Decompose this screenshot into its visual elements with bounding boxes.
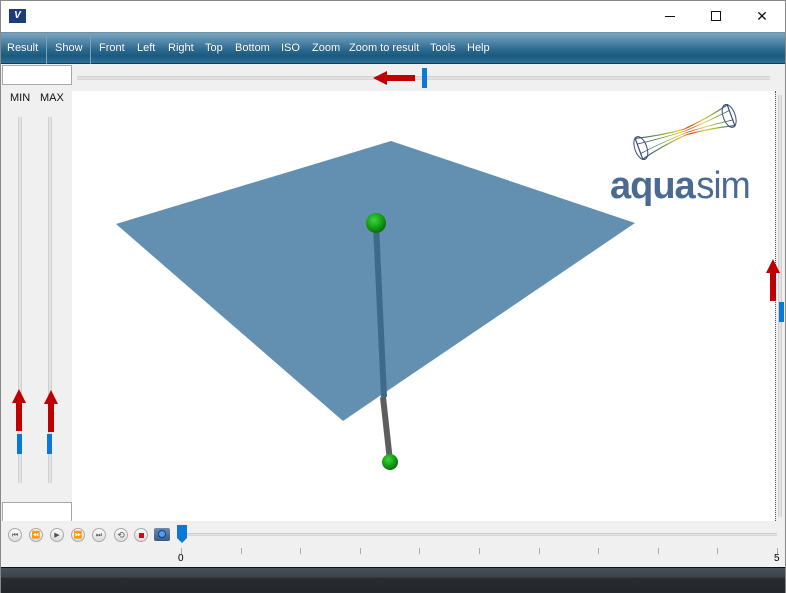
top-node-sphere[interactable] (366, 213, 386, 233)
aquasim-logo: aquasim (610, 99, 760, 209)
skip-to-end-button[interactable]: ⏭ (92, 528, 106, 542)
annotation-arrow-left-icon (373, 71, 415, 85)
min-max-panel: MIN MAX (1, 91, 72, 522)
animation-timeline: ⏮ ⏪ ▶ ⏩ ⏭ ⟲ 0 5 (1, 521, 785, 567)
skip-to-end-icon: ⏭ (95, 531, 103, 539)
app-icon[interactable]: V (9, 9, 26, 23)
zoom-button[interactable]: Zoom (312, 33, 340, 64)
vertical-slider-right (775, 91, 785, 521)
menu-tools[interactable]: Tools (430, 33, 456, 64)
record-stop-button[interactable] (134, 528, 148, 542)
rewind-button[interactable]: ⏪ (29, 528, 43, 542)
loop-button[interactable]: ⟲ (114, 528, 128, 542)
menu-show[interactable]: Show (55, 33, 83, 64)
annotation-arrow-up-icon (12, 389, 26, 431)
horizontal-slider-row (1, 64, 785, 91)
view-bottom-button[interactable]: Bottom (235, 33, 270, 64)
menu-separator (46, 33, 47, 64)
timeline-tick (419, 548, 421, 554)
timeline-tick (479, 548, 480, 554)
maximize-icon (711, 11, 721, 21)
loop-icon: ⟲ (117, 529, 125, 540)
play-icon: ▶ (54, 531, 60, 539)
play-button[interactable]: ▶ (50, 528, 64, 542)
annotation-arrow-up-icon (766, 259, 780, 301)
timeline-start-label: 0 (178, 553, 184, 564)
annotation-arrow-up-icon (44, 390, 58, 432)
max-slider-thumb[interactable] (47, 433, 52, 454)
timeline-thumb[interactable] (177, 525, 187, 543)
fast-forward-icon: ⏩ (73, 531, 83, 539)
right-slider-thumb[interactable] (779, 302, 784, 322)
min-slider-thumb[interactable] (17, 433, 22, 454)
menu-help[interactable]: Help (467, 33, 490, 64)
mesh-logo-icon (633, 103, 737, 161)
camera-button[interactable] (154, 528, 170, 541)
zoom-to-result-button[interactable]: Zoom to result (349, 33, 419, 64)
view-iso-button[interactable]: ISO (281, 33, 300, 64)
toolbar: Result Show Front Left Right Top Bottom … (1, 32, 785, 64)
skip-to-start-icon: ⏮ (11, 531, 19, 539)
min-label: MIN (10, 92, 31, 104)
cable-line-lower (380, 396, 393, 462)
timeline-track[interactable] (181, 533, 777, 536)
logo-text: aquasim (610, 165, 750, 207)
taskbar (1, 567, 785, 593)
view-right-button[interactable]: Right (168, 33, 194, 64)
fast-forward-button[interactable]: ⏩ (71, 528, 85, 542)
timeline-tick (240, 548, 242, 554)
timeline-tick (717, 548, 719, 554)
skip-to-start-button[interactable]: ⏮ (8, 528, 22, 542)
timeline-tick (657, 548, 659, 554)
top-value-input[interactable] (2, 65, 72, 85)
view-top-button[interactable]: Top (205, 33, 223, 64)
3d-viewport[interactable]: aquasim (72, 91, 775, 521)
maximize-button[interactable] (693, 1, 739, 31)
bottom-value-input[interactable] (2, 502, 72, 522)
rewind-icon: ⏪ (31, 531, 41, 539)
stop-icon (138, 532, 144, 538)
view-left-button[interactable]: Left (137, 33, 155, 64)
timeline-tick (359, 548, 361, 554)
timeline-tick (300, 548, 302, 554)
title-bar: V ✕ (1, 1, 785, 32)
minimize-icon (665, 15, 675, 17)
horizontal-slider-thumb[interactable] (421, 68, 427, 88)
camera-icon (158, 530, 166, 538)
minimize-button[interactable] (647, 1, 693, 31)
close-icon: ✕ (756, 7, 768, 24)
max-label: MAX (40, 92, 64, 104)
timeline-end-label: 5 (774, 553, 780, 564)
bottom-node-sphere[interactable] (382, 454, 398, 470)
menu-result[interactable]: Result (7, 33, 38, 64)
timeline-tick (598, 548, 600, 554)
close-button[interactable]: ✕ (739, 1, 785, 31)
menu-separator (90, 33, 91, 64)
view-front-button[interactable]: Front (99, 33, 125, 64)
water-plane[interactable] (116, 141, 635, 421)
timeline-tick (538, 548, 540, 554)
